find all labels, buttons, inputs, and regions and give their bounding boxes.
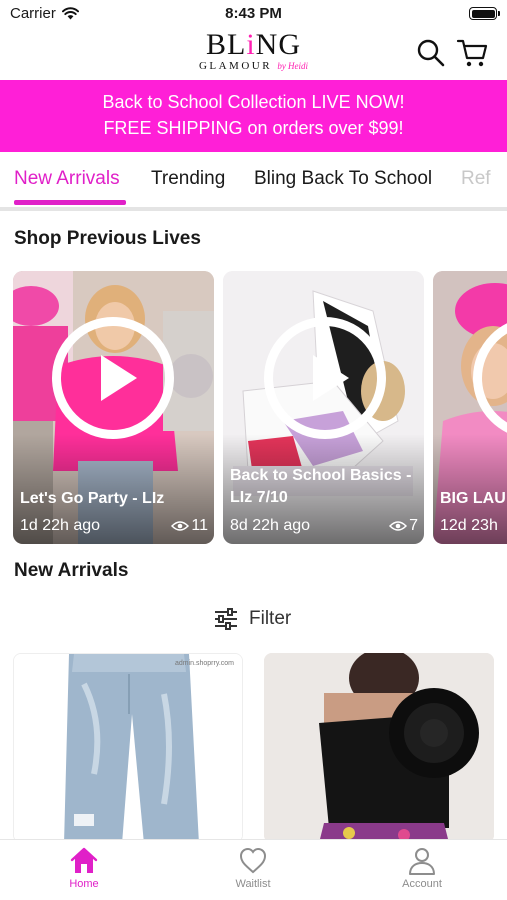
section-title-previous-lives: Shop Previous Lives	[14, 228, 201, 249]
live-card[interactable]: BIG LAU 12d 23h	[433, 271, 507, 544]
live-time: 12d 23h	[440, 517, 498, 534]
live-meta: 8d 22h ago 7	[230, 517, 418, 535]
eye-icon	[171, 521, 190, 531]
heart-icon	[239, 847, 267, 874]
promo-line-2: FREE SHIPPING on orders over $99!	[103, 118, 404, 138]
nav-label: Waitlist	[235, 878, 271, 890]
bottom-tab-bar: Home Waitlist Account	[0, 839, 507, 900]
active-tab-indicator	[14, 200, 126, 205]
product-card[interactable]	[264, 653, 494, 843]
live-card[interactable]: Let's Go Party - LIz 1d 22h ago 11	[13, 271, 214, 544]
app-header: BLiNG GLAMOUR by Heidi	[0, 28, 507, 80]
product-url-tag: admin.shoprry.com	[174, 660, 234, 667]
tab-partial[interactable]: Ref	[461, 168, 491, 190]
play-icon[interactable]	[264, 317, 386, 439]
tab-new-arrivals[interactable]: New Arrivals	[14, 168, 120, 190]
tab-trending[interactable]: Trending	[151, 168, 225, 190]
tab-bling-back-to-school[interactable]: Bling Back To School	[254, 168, 432, 190]
category-tabs: New Arrivals Trending Bling Back To Scho…	[0, 152, 507, 208]
live-meta: 12d 23h	[440, 517, 507, 535]
product-image-jeans	[14, 654, 242, 842]
status-bar: Carrier 8:43 PM	[0, 0, 507, 28]
cart-button[interactable]	[456, 38, 488, 68]
nav-home[interactable]: Home	[39, 846, 129, 890]
product-card[interactable]: admin.shoprry.com	[13, 653, 243, 843]
filter-label: Filter	[249, 608, 292, 629]
product-image-top	[264, 653, 494, 843]
nav-account[interactable]: Account	[377, 846, 467, 890]
live-views: 11	[191, 517, 208, 534]
play-icon[interactable]	[52, 317, 174, 439]
previous-lives-carousel[interactable]: Let's Go Party - LIz 1d 22h ago 11 Back …	[0, 271, 507, 545]
live-title: Let's Go Party - LIz	[20, 490, 165, 507]
nav-label: Account	[402, 878, 442, 890]
status-time: 8:43 PM	[225, 5, 282, 22]
live-meta: 1d 22h ago 11	[20, 517, 208, 535]
tabs-divider	[0, 207, 507, 211]
live-time: 8d 22h ago	[230, 517, 311, 534]
promo-banner[interactable]: Back to School Collection LIVE NOW! FREE…	[0, 80, 507, 152]
live-title: BIG LAU	[440, 490, 506, 507]
section-title-new-arrivals: New Arrivals	[14, 560, 129, 581]
cart-icon	[456, 39, 488, 67]
live-title: Back to School Basics - LIz 7/10	[230, 467, 412, 506]
battery-icon	[469, 7, 500, 20]
nav-waitlist[interactable]: Waitlist	[208, 846, 298, 890]
promo-line-1: Back to School Collection LIVE NOW!	[102, 92, 405, 112]
nav-label: Home	[69, 878, 99, 890]
user-icon	[409, 848, 435, 875]
home-icon	[70, 847, 98, 873]
filter-icon	[215, 608, 237, 630]
eye-icon	[389, 521, 408, 531]
search-icon	[417, 39, 445, 67]
filter-button[interactable]: Filter	[214, 606, 291, 632]
live-views: 7	[409, 517, 418, 534]
search-button[interactable]	[416, 38, 446, 68]
live-time: 1d 22h ago	[20, 517, 101, 534]
live-card[interactable]: Back to School Basics - LIz 7/10 8d 22h …	[223, 271, 424, 544]
